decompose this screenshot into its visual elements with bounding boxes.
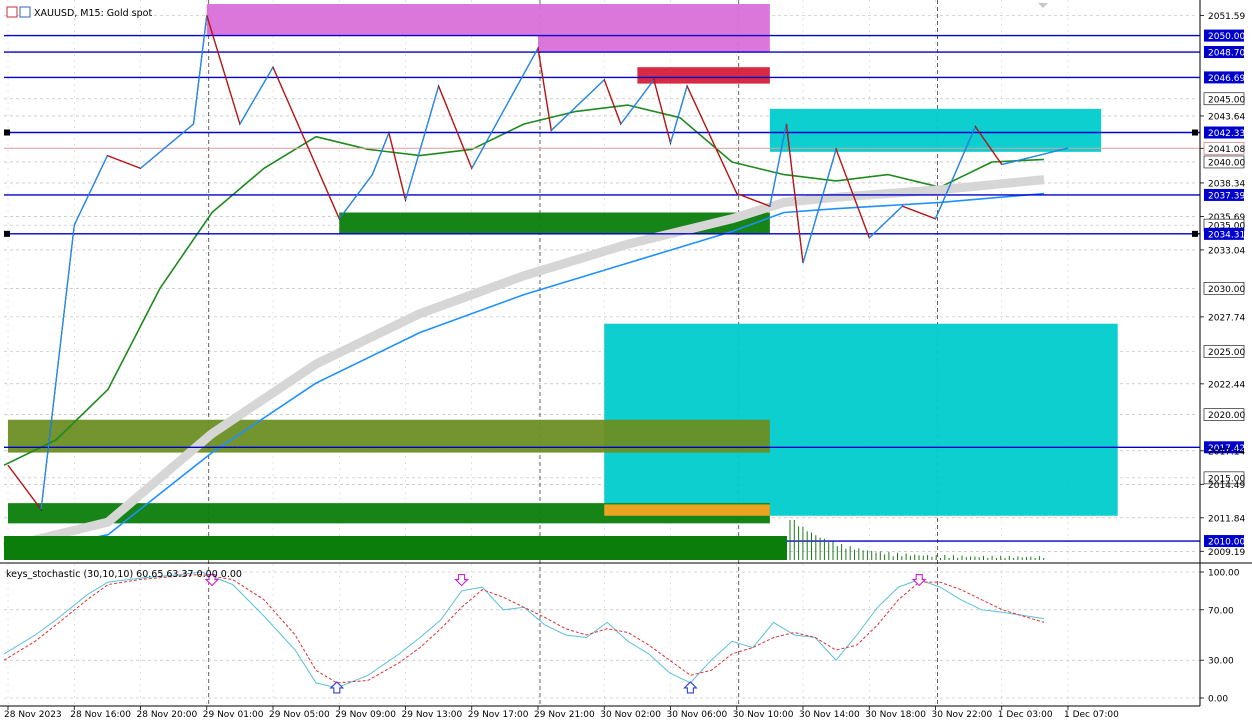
time-tick-label: 1 Dec 07:00 [1064, 710, 1119, 720]
price-tick-label: 2045.00 [1208, 95, 1245, 105]
price-tick-label: 2009.19 [1208, 548, 1245, 558]
level-handle[interactable] [4, 230, 10, 237]
price-tick-label: 2046.69 [1208, 74, 1245, 84]
price-tick: 2037.39 [1204, 188, 1245, 201]
time-tick-label: 30 Nov 14:00 [799, 710, 860, 720]
price-tick-label: 2042.33 [1208, 129, 1245, 139]
price-tick-label: 2020.00 [1208, 411, 1245, 421]
stoch-tick-label: 30.00 [1208, 657, 1234, 667]
price-tick-label: 2050.00 [1208, 32, 1245, 42]
current-price-box: 2041.08 [1203, 141, 1245, 155]
level-handle[interactable] [1192, 129, 1198, 136]
stoch-tick-label: 100.00 [1208, 569, 1240, 579]
symbol-title: XAUUSD, M15: Gold spot [34, 8, 152, 19]
time-tick-label: 29 Nov 05:00 [269, 710, 330, 720]
price-tick: 2030.00 [1203, 282, 1245, 295]
price-tick-label: 2017.14 [1208, 447, 1245, 457]
level-handle[interactable] [1192, 230, 1198, 237]
supply-demand-zone [637, 67, 770, 84]
time-tick-label: 28 Nov 16:00 [70, 710, 131, 720]
price-tick-label: 2040.00 [1208, 158, 1245, 168]
price-tick-label: 2025.00 [1208, 348, 1245, 358]
supply-demand-zone [206, 4, 770, 36]
price-tick: 2046.69 [1204, 71, 1245, 84]
time-tick-label: 29 Nov 21:00 [534, 710, 595, 720]
time-tick-label: 30 Nov 10:00 [733, 710, 794, 720]
price-tick: 2020.00 [1203, 408, 1245, 421]
price-tick-label: 2037.39 [1208, 191, 1245, 201]
time-tick-label: 29 Nov 17:00 [468, 710, 529, 720]
price-tick-label: 2030.00 [1208, 285, 1245, 295]
price-tick-label: 2048.70 [1208, 49, 1245, 59]
market-icon [19, 6, 31, 18]
price-tick-label: 2043.64 [1208, 112, 1245, 122]
level-handle[interactable] [4, 129, 10, 136]
current-price-label: 2041.08 [1208, 145, 1245, 155]
price-tick-label: 2027.74 [1208, 313, 1245, 323]
supply-demand-zone [538, 35, 770, 53]
price-tick-label: 2014.49 [1208, 481, 1245, 491]
price-tick: 2034.31 [1204, 227, 1245, 240]
time-tick-label: 30 Nov 18:00 [865, 710, 926, 720]
time-tick-label: 30 Nov 02:00 [600, 710, 661, 720]
indicator-header: keys_stochastic (30,10,10) 60.65 63.37 0… [6, 569, 242, 580]
price-tick: 2050.00 [1204, 29, 1245, 42]
price-tick: 2048.70 [1204, 46, 1245, 59]
time-tick-label: 29 Nov 01:00 [203, 710, 264, 720]
time-tick-label: 28 Nov 2023 [4, 710, 62, 720]
chart-canvas[interactable]: 2051.59 2050.00 2048.70 2046.69 2045.00 2043.… [0, 0, 1252, 722]
stoch-tick-label: 0.00 [1208, 695, 1228, 705]
time-tick-label: 28 Nov 20:00 [137, 710, 198, 720]
time-tick-label: 29 Nov 13:00 [402, 710, 463, 720]
price-tick: 2045.00 [1203, 92, 1245, 105]
price-tick: 2042.33 [1204, 126, 1245, 139]
time-tick-label: 30 Nov 06:00 [667, 710, 728, 720]
price-tick-label: 2038.34 [1208, 179, 1245, 189]
volume-zone [4, 536, 787, 560]
price-tick-label: 2034.31 [1208, 230, 1245, 240]
price-tick: 2025.00 [1203, 345, 1245, 358]
price-tick: 2010.00 [1204, 535, 1245, 548]
price-tick-label: 2011.84 [1208, 514, 1245, 524]
time-tick-label: 1 Dec 03:00 [998, 710, 1053, 720]
chart-icon [6, 6, 18, 18]
price-tick-label: 2010.00 [1208, 538, 1245, 548]
stoch-tick-label: 70.00 [1208, 606, 1234, 616]
time-tick-label: 29 Nov 09:00 [335, 710, 396, 720]
price-tick-label: 2022.44 [1208, 380, 1245, 390]
price-axis: 2051.59 2050.00 2048.70 2046.69 2045.00 2043.… [1200, 12, 1245, 558]
price-tick-label: 2033.04 [1208, 246, 1245, 256]
supply-demand-zone [604, 504, 770, 516]
supply-demand-zone [769, 108, 1102, 152]
symbol-header[interactable]: XAUUSD, M15: Gold spot [6, 6, 152, 19]
price-tick: 2040.00 [1203, 155, 1245, 168]
time-tick-label: 30 Nov 22:00 [932, 710, 993, 720]
price-tick-label: 2051.59 [1208, 12, 1245, 22]
